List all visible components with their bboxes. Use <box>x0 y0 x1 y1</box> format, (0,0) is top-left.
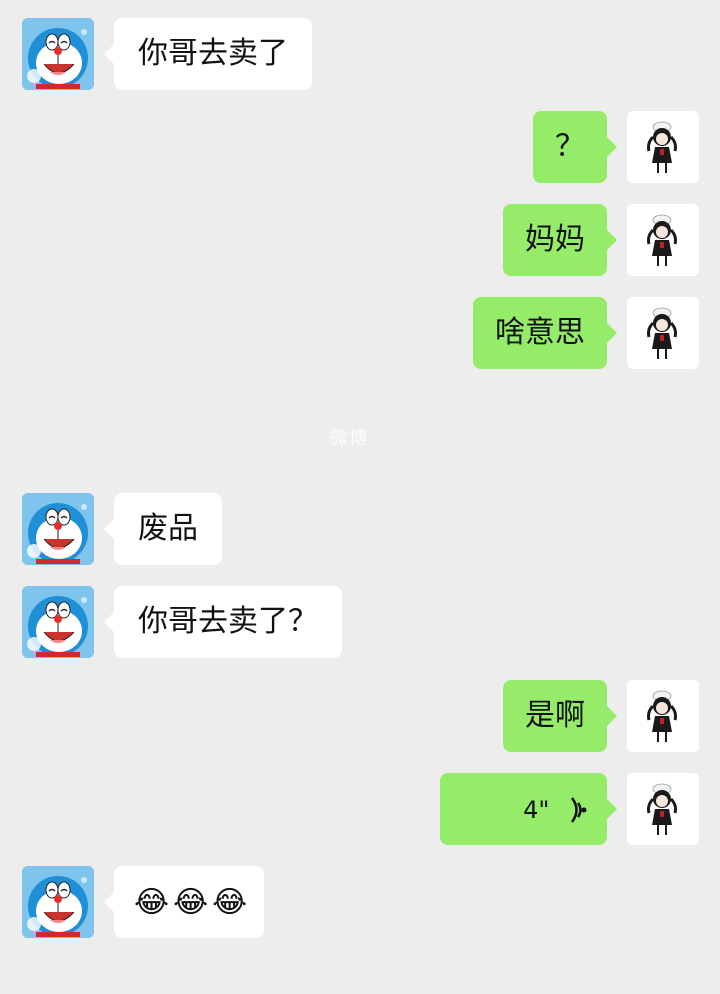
message-bubble-outgoing[interactable]: 妈妈 <box>503 204 617 276</box>
doraemon-avatar-icon <box>22 18 94 90</box>
doraemon-avatar-icon <box>22 586 94 658</box>
voice-wave-icon <box>570 796 587 823</box>
self-avatar[interactable] <box>627 773 699 845</box>
chibi-girl-avatar-icon <box>627 204 699 276</box>
chibi-girl-avatar-icon <box>627 111 699 183</box>
self-avatar[interactable] <box>627 111 699 183</box>
contact-avatar[interactable] <box>22 866 94 938</box>
chibi-girl-avatar-icon <box>627 773 699 845</box>
message-text: 废品 <box>138 511 198 546</box>
voice-message-bubble[interactable]: 4" <box>440 773 617 845</box>
message-bubble-incoming[interactable]: 废品 <box>104 493 222 565</box>
message-bubble-outgoing[interactable]: ？ <box>533 111 617 183</box>
chibi-girl-avatar-icon <box>627 297 699 369</box>
face-with-tears-of-joy-icon: 😂 <box>173 884 209 920</box>
message-text: 妈妈 <box>525 222 585 257</box>
contact-avatar[interactable] <box>22 493 94 565</box>
contact-avatar[interactable] <box>22 18 94 90</box>
contact-avatar[interactable] <box>22 586 94 658</box>
message-bubble-incoming[interactable]: 😂 😂 😂 <box>104 866 264 938</box>
message-text: 啥意思 <box>495 315 585 350</box>
message-text: ？ <box>555 129 585 164</box>
message-bubble-outgoing[interactable]: 啥意思 <box>473 297 617 369</box>
chat-area: 你哥去卖了 ？ 妈妈 啥意思 微博 废品 你哥去卖了？ 是啊 4" 😂 😂 😂 <box>0 0 720 994</box>
doraemon-avatar-icon <box>22 493 94 565</box>
self-avatar[interactable] <box>627 204 699 276</box>
doraemon-avatar-icon <box>22 866 94 938</box>
face-with-tears-of-joy-icon: 😂 <box>134 884 170 920</box>
message-bubble-outgoing[interactable]: 是啊 <box>503 680 617 752</box>
self-avatar[interactable] <box>627 297 699 369</box>
message-bubble-incoming[interactable]: 你哥去卖了 <box>104 18 312 90</box>
message-bubble-incoming[interactable]: 你哥去卖了？ <box>104 586 342 658</box>
message-text: 是啊 <box>525 698 585 733</box>
face-with-tears-of-joy-icon: 😂 <box>212 884 248 920</box>
message-text: 你哥去卖了？ <box>138 604 318 639</box>
voice-duration: 4" <box>523 795 550 824</box>
message-text: 你哥去卖了 <box>138 36 288 71</box>
self-avatar[interactable] <box>627 680 699 752</box>
watermark: 微博 <box>330 428 368 449</box>
chibi-girl-avatar-icon <box>627 680 699 752</box>
